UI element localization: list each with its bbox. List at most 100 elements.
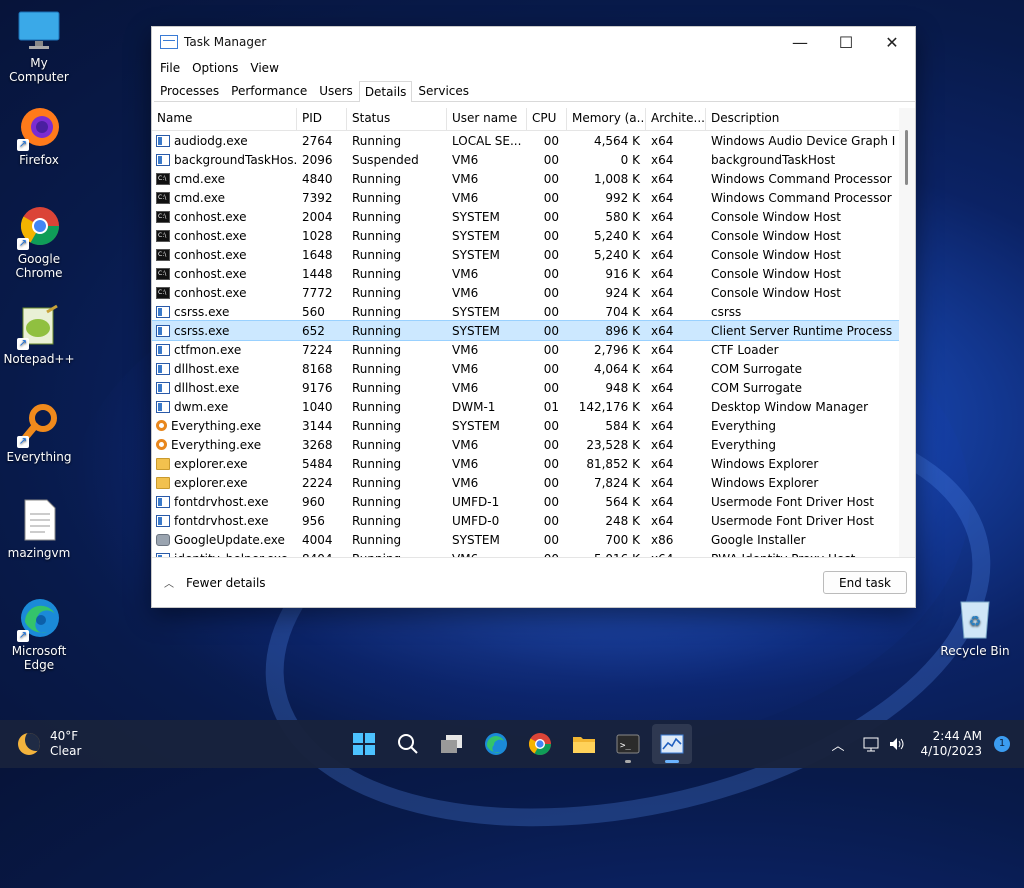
shortcut-arrow-icon: ↗ [17, 139, 29, 151]
table-row[interactable]: conhost.exe 7772 Running VM6 00 924 K x64 Conso… [152, 283, 914, 302]
table-row[interactable]: conhost.exe 1028 Running SYSTEM 00 5,240 K x64… [152, 226, 914, 245]
start-button[interactable] [344, 724, 384, 764]
menu-view[interactable]: View [244, 61, 284, 75]
user-cell: VM6 [452, 361, 479, 376]
table-row[interactable]: conhost.exe 1648 Running SYSTEM 00 5,240 K x64… [152, 245, 914, 264]
tab-performance[interactable]: Performance [225, 80, 313, 101]
desktop-icon-firefox[interactable]: ↗ Firefox [0, 105, 78, 167]
desktop-icon-my-computer[interactable]: My Computer [0, 8, 78, 84]
desktop-icon-everything[interactable]: ↗ Everything [0, 402, 78, 464]
description-cell: Console Window Host [711, 228, 841, 243]
table-row[interactable]: fontdrvhost.exe 956 Running UMFD-0 00 248 K x6… [152, 511, 914, 530]
desktop-icon-edge[interactable]: ↗ Microsoft Edge [0, 596, 78, 672]
column-header-user[interactable]: User name [447, 108, 527, 130]
search-button[interactable] [388, 724, 428, 764]
status-cell: Running [352, 171, 402, 186]
table-row[interactable]: Everything.exe 3268 Running VM6 00 23,528 K x6… [152, 435, 914, 454]
desktop-icon-notepadpp[interactable]: ↗ Notepad++ [0, 304, 78, 366]
close-button[interactable]: ✕ [869, 27, 915, 57]
table-row[interactable]: dllhost.exe 9176 Running VM6 00 948 K x64 COM S… [152, 378, 914, 397]
table-row[interactable]: conhost.exe 1448 Running VM6 00 916 K x64 Conso… [152, 264, 914, 283]
memory-cell: 700 K [605, 532, 640, 547]
memory-cell: 584 K [605, 418, 640, 433]
table-row[interactable]: fontdrvhost.exe 960 Running UMFD-1 00 564 K x6… [152, 492, 914, 511]
network-icon[interactable] [862, 736, 880, 752]
desktop-icon-label: mazingvm [7, 546, 71, 560]
column-header-architecture[interactable]: Archite... [646, 108, 706, 130]
minimize-button[interactable]: — [777, 27, 823, 57]
desktop-icon-chrome[interactable]: ↗ Google Chrome [0, 204, 78, 280]
table-row[interactable]: dllhost.exe 8168 Running VM6 00 4,064 K x64 COM… [152, 359, 914, 378]
table-row[interactable]: csrss.exe 652 Running SYSTEM 00 896 K x64 Clien… [152, 320, 914, 341]
architecture-cell: x64 [651, 285, 674, 300]
task-manager-taskbar-button[interactable] [652, 724, 692, 764]
tab-services[interactable]: Services [412, 80, 475, 101]
column-header-status[interactable]: Status [347, 108, 447, 130]
description-cell: Client Server Runtime Process [711, 323, 893, 338]
cpu-cell: 00 [543, 475, 559, 490]
terminal-icon: >_ [616, 734, 640, 754]
user-cell: VM6 [452, 437, 479, 452]
desktop-icon-recycle-bin[interactable]: ♻ Recycle Bin [936, 596, 1014, 658]
volume-icon[interactable] [888, 736, 906, 752]
description-cell: Usermode Font Driver Host [711, 494, 874, 509]
table-row[interactable]: backgroundTaskHos... 2096 Suspended VM6 00 0 … [152, 150, 914, 169]
status-cell: Running [352, 209, 402, 224]
column-header-description[interactable]: Description [706, 108, 896, 130]
column-header-pid[interactable]: PID [297, 108, 347, 130]
status-cell: Running [352, 323, 402, 338]
table-row[interactable]: Everything.exe 3144 Running SYSTEM 00 584 K x6… [152, 416, 914, 435]
table-row[interactable]: cmd.exe 4840 Running VM6 00 1,008 K x64 Windows… [152, 169, 914, 188]
menu-options[interactable]: Options [186, 61, 244, 75]
desktop-icon-mazingvm[interactable]: mazingvm [0, 498, 78, 560]
sort-caret-icon: ^ [220, 108, 228, 115]
table-row[interactable]: explorer.exe 2224 Running VM6 00 7,824 K x64 Wi… [152, 473, 914, 492]
table-row[interactable]: GoogleUpdate.exe 4004 Running SYSTEM 00 700 K… [152, 530, 914, 549]
clock[interactable]: 2:44 AM 4/10/2023 [920, 729, 982, 759]
description-cell: Windows Command Processor [711, 171, 892, 186]
column-header-memory[interactable]: Memory (a... [567, 108, 646, 130]
title-bar[interactable]: Task Manager — ☐ ✕ [152, 27, 915, 57]
chevron-up-icon[interactable]: ︿ [831, 735, 844, 754]
name-cell: explorer.exe [152, 457, 297, 471]
chevron-up-icon: ︿ [164, 579, 174, 590]
end-task-button[interactable]: End task [823, 571, 907, 594]
menu-file[interactable]: File [154, 61, 186, 75]
pid-cell: 5484 [302, 456, 333, 471]
table-row[interactable]: ctfmon.exe 7224 Running VM6 00 2,796 K x64 CTF … [152, 340, 914, 359]
table-row[interactable]: csrss.exe 560 Running SYSTEM 00 704 K x64 csrss [152, 302, 914, 321]
terminal-button[interactable]: >_ [608, 724, 648, 764]
notification-badge[interactable]: 1 [994, 736, 1010, 752]
edge-taskbar-button[interactable] [476, 724, 516, 764]
name-cell: audiodg.exe [152, 134, 297, 148]
column-header-cpu[interactable]: CPU [527, 108, 567, 130]
process-name: conhost.exe [174, 285, 247, 300]
file-explorer-button[interactable] [564, 724, 604, 764]
status-cell: Running [352, 190, 402, 205]
chrome-taskbar-button[interactable] [520, 724, 560, 764]
status-cell: Running [352, 380, 402, 395]
table-row[interactable]: conhost.exe 2004 Running SYSTEM 00 580 K x64 Co… [152, 207, 914, 226]
cmd-icon [156, 210, 170, 223]
vertical-scrollbar[interactable] [899, 108, 915, 558]
file-explorer-icon [573, 737, 595, 753]
table-header: ^ Name PID Status User name CPU Memory (… [152, 108, 914, 131]
user-cell: VM6 [452, 266, 479, 281]
table-row[interactable]: dwm.exe 1040 Running DWM-1 01 142,176 K x64 Des… [152, 397, 914, 416]
description-cell: csrss [711, 304, 742, 319]
task-view-button[interactable] [432, 724, 472, 764]
architecture-cell: x86 [651, 532, 674, 547]
table-row[interactable]: cmd.exe 7392 Running VM6 00 992 K x64 Windows C… [152, 188, 914, 207]
memory-cell: 142,176 K [578, 399, 640, 414]
memory-cell: 23,528 K [586, 437, 640, 452]
pid-cell: 1448 [302, 266, 333, 281]
tab-users[interactable]: Users [313, 80, 359, 101]
tab-details[interactable]: Details [358, 81, 413, 102]
weather-widget[interactable]: 40°F Clear [18, 729, 81, 759]
maximize-button[interactable]: ☐ [823, 27, 869, 57]
table-row[interactable]: audiodg.exe 2764 Running LOCAL SE... 00 4,564… [152, 131, 914, 150]
scrollbar-thumb[interactable] [905, 130, 908, 185]
tab-processes[interactable]: Processes [154, 80, 225, 101]
table-row[interactable]: explorer.exe 5484 Running VM6 00 81,852 K x64 W… [152, 454, 914, 473]
fewer-details-button[interactable]: ︿ Fewer details [164, 575, 266, 591]
